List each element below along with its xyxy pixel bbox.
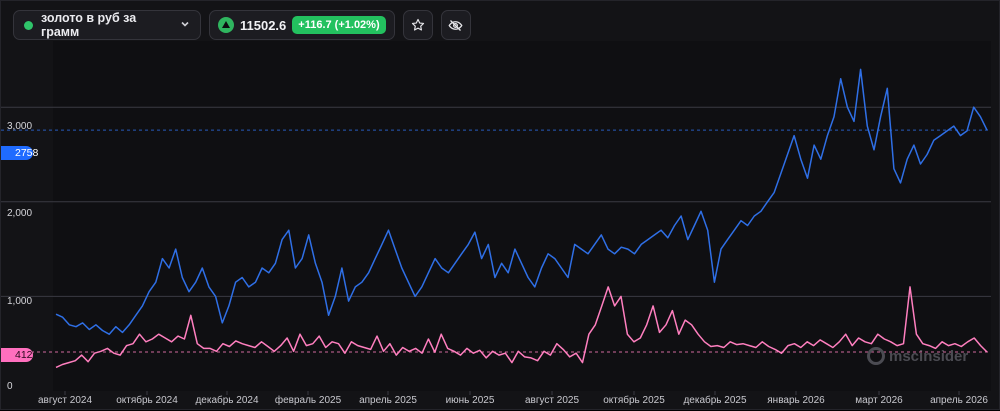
y-tick-label: 0 [7,381,13,392]
last-value-badge-pink: 412 [1,348,33,362]
logo-icon [867,347,885,365]
x-tick-label: декабрь 2024 [195,395,259,406]
x-tick-label: октябрь 2024 [116,395,178,406]
last-value-badge-blue: 2758 [1,146,38,160]
plot-area [53,41,991,391]
x-tick-label: апрель 2025 [359,395,417,406]
y-tick-label: 2,000 [7,208,33,219]
x-tick-label: февраль 2025 [274,395,342,406]
watermark-logo: mscinsider [867,347,968,365]
x-tick-label: август 2025 [524,395,580,406]
x-tick-label: октябрь 2025 [603,395,665,406]
x-tick-label: январь 2026 [767,395,825,406]
x-tick-label: март 2026 [855,395,903,406]
y-tick-label: 1,000 [7,296,33,307]
x-tick-label: август 2024 [37,395,93,406]
x-tick-label: апрель 2026 [930,395,988,406]
y-tick-label: 3,000 [7,121,33,132]
x-tick-label: декабрь 2025 [683,395,747,406]
line-chart [1,41,991,395]
x-tick-label: июнь 2025 [445,395,495,406]
chart-panel: золото в руб за грамм 11502.6 +116.7 (+1… [0,0,1000,410]
watermark-text: mscinsider [889,347,969,365]
